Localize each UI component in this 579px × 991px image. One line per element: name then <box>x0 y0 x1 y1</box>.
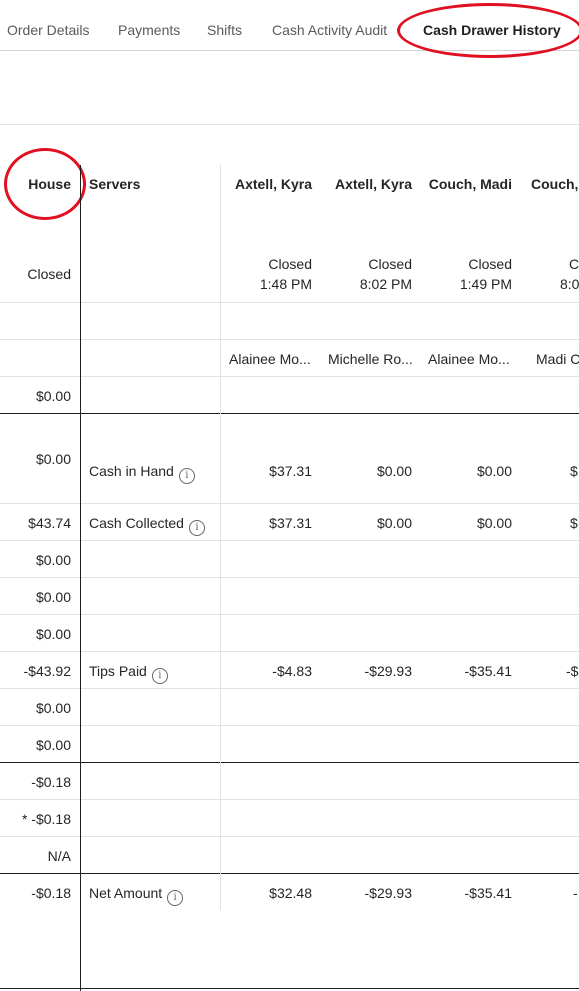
row-label-tips-paid: Tips Paid i <box>89 663 168 684</box>
annotation-ellipse-tab <box>397 3 579 58</box>
house-status: Closed <box>27 266 71 282</box>
tab-order-details[interactable]: Order Details <box>7 22 89 38</box>
house-value: N/A <box>47 848 71 864</box>
row-label-net-amount: Net Amount i <box>89 885 184 906</box>
info-icon[interactable]: i <box>151 668 168 684</box>
drawer-status: Closed <box>368 256 412 272</box>
manager-name: Madi C <box>536 351 579 367</box>
server-name[interactable]: Axtell, Kyra <box>235 176 312 192</box>
drawer-time: 8:02 PM <box>359 276 412 292</box>
info-icon[interactable]: i <box>178 468 195 484</box>
drawer-status: Closed <box>268 256 312 272</box>
tab-payments[interactable]: Payments <box>118 22 180 38</box>
drawer-time: 8:0 <box>560 276 579 292</box>
house-value: -$0.18 <box>31 885 71 901</box>
drawer-time: 1:49 PM <box>459 276 512 292</box>
house-value: $0.00 <box>35 552 71 568</box>
cash-in-hand-value: $ <box>570 463 578 479</box>
cash-collected-value: $0.00 <box>376 515 412 531</box>
tips-paid-value: -$29.93 <box>364 663 412 679</box>
house-header[interactable]: House <box>28 176 71 192</box>
house-value: $0.00 <box>35 700 71 716</box>
server-name[interactable]: Couch, <box>531 176 578 192</box>
cash-in-hand-value: $0.00 <box>476 463 512 479</box>
info-icon[interactable]: i <box>167 890 184 906</box>
manager-name: Alainee Mo... <box>229 351 311 367</box>
cash-collected-value: $0.00 <box>476 515 512 531</box>
house-column-divider <box>80 165 81 991</box>
house-value: $0.00 <box>35 388 71 404</box>
house-value: $0.00 <box>35 737 71 753</box>
server-name[interactable]: Couch, Madi <box>429 176 512 192</box>
house-value: * -$0.18 <box>21 811 71 827</box>
net-amount-value: -$35.41 <box>464 885 512 901</box>
net-amount-value: - <box>573 885 578 901</box>
net-amount-value: $32.48 <box>269 885 312 901</box>
drawer-time: 1:48 PM <box>259 276 312 292</box>
row-label-cash-in-hand: Cash in Hand i <box>89 463 195 484</box>
cash-collected-value: $37.31 <box>269 515 312 531</box>
cash-in-hand-value: $37.31 <box>269 463 312 479</box>
house-value: -$43.92 <box>23 663 71 679</box>
house-value: $0.00 <box>35 626 71 642</box>
net-amount-value: -$29.93 <box>364 885 412 901</box>
manager-name: Michelle Ro... <box>328 351 413 367</box>
drawer-status: C <box>569 256 579 272</box>
info-icon[interactable]: i <box>188 520 205 536</box>
house-value: $43.74 <box>28 515 71 531</box>
tips-paid-value: -$35.41 <box>464 663 512 679</box>
drawer-status: Closed <box>468 256 512 272</box>
house-value: $0.00 <box>35 451 71 467</box>
house-value: -$0.18 <box>31 774 71 790</box>
tab-shifts[interactable]: Shifts <box>207 22 242 38</box>
servers-header: Servers <box>89 176 141 192</box>
tips-paid-value: -$ <box>566 663 579 679</box>
tab-cash-activity-audit[interactable]: Cash Activity Audit <box>272 22 387 38</box>
server-name[interactable]: Axtell, Kyra <box>335 176 412 192</box>
tips-paid-value: -$4.83 <box>272 663 312 679</box>
servers-column-divider <box>220 165 221 910</box>
row-label-cash-collected: Cash Collected i <box>89 515 205 536</box>
cash-in-hand-value: $0.00 <box>376 463 412 479</box>
cash-collected-value: $ <box>570 515 578 531</box>
house-value: $0.00 <box>35 589 71 605</box>
manager-name: Alainee Mo... <box>428 351 510 367</box>
